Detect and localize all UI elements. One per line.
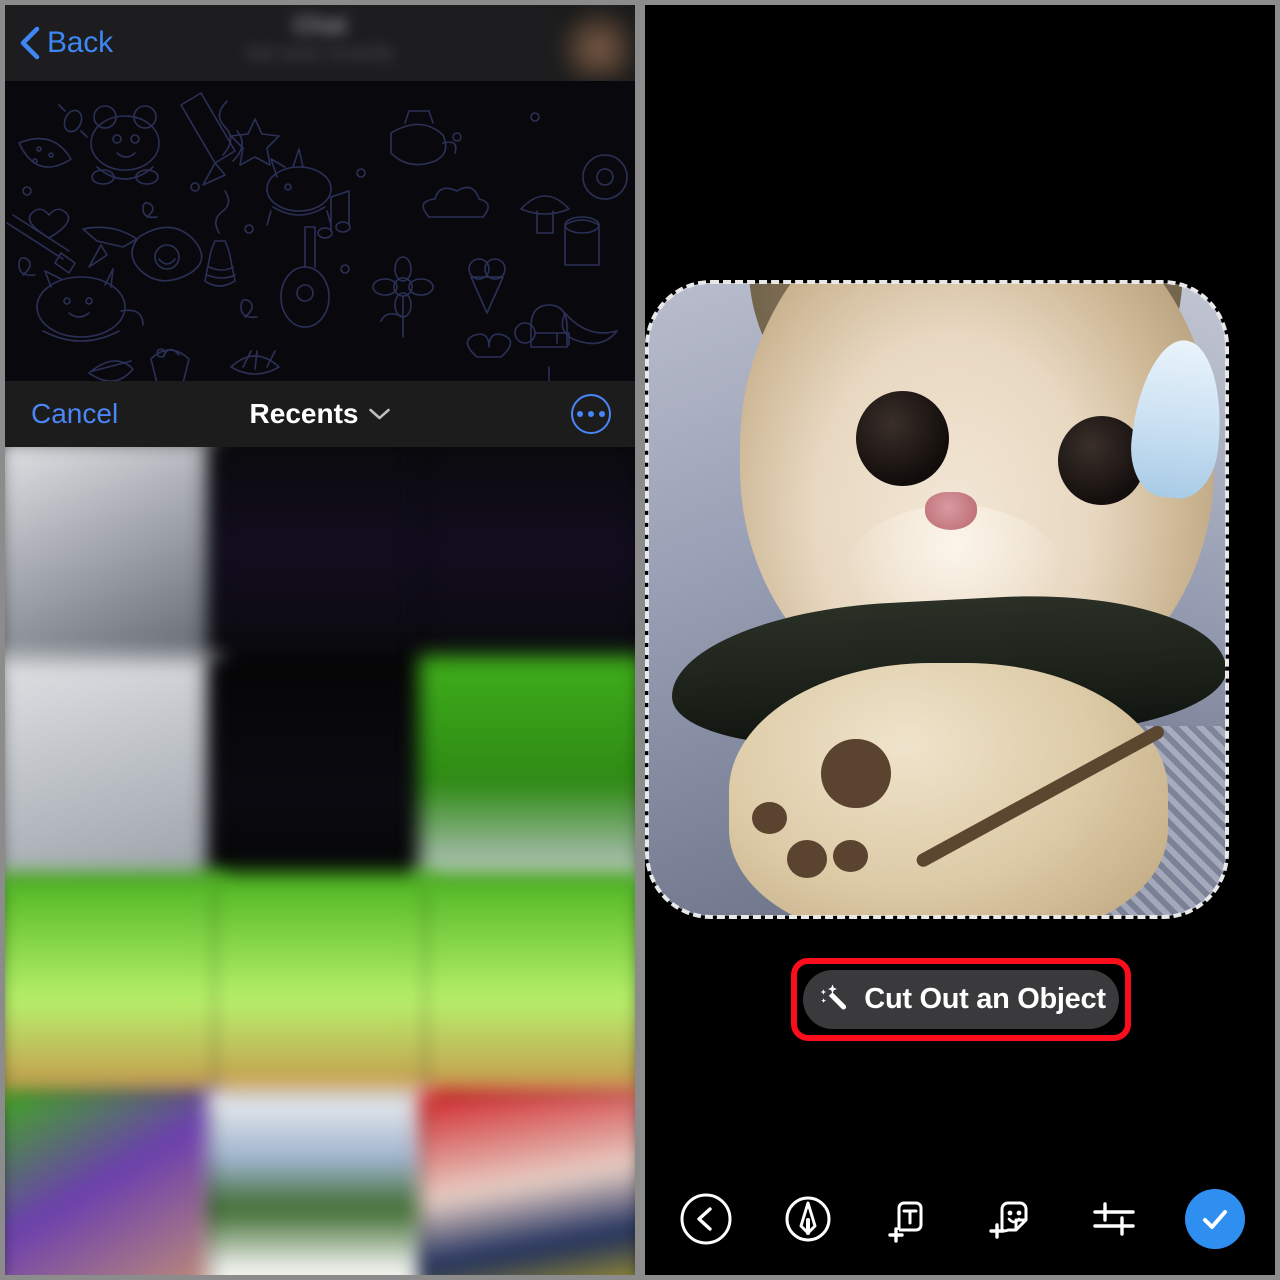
thumb-green-screen-1[interactable]: [418, 655, 635, 887]
meme-strap: [916, 726, 1165, 868]
left-panel-telegram-chat: Back Chat last seen recently Cancel Rece…: [5, 5, 635, 1275]
chat-title: Chat: [293, 12, 347, 39]
screenshot-stage: Back Chat last seen recently Cancel Rece…: [0, 0, 1280, 1280]
cancel-button[interactable]: Cancel: [31, 398, 118, 430]
thumb-dark-game-ui-2[interactable]: [418, 447, 635, 670]
more-options-button[interactable]: [571, 394, 611, 434]
chat-subtitle: last seen recently: [246, 43, 394, 64]
chat-navbar: Back Chat last seen recently: [5, 5, 635, 81]
chat-wallpaper-doodles: [5, 81, 635, 381]
back-button[interactable]: Back: [19, 26, 113, 60]
thumb-green-face-2[interactable]: [207, 872, 433, 1104]
meme-eye-left: [856, 390, 949, 486]
sticker-canvas[interactable]: [645, 280, 1229, 919]
thumb-dark-game-ui-3[interactable]: [207, 655, 433, 887]
toolbar-back-button[interactable]: [675, 1188, 737, 1250]
thumb-dark-game-ui-1[interactable]: [207, 447, 433, 670]
more-dot: [599, 411, 605, 417]
thumb-green-purple[interactable]: [5, 1089, 222, 1275]
thumb-keyboard-desk[interactable]: [5, 447, 222, 670]
draw-pen-icon: [785, 1196, 831, 1242]
cut-out-button-label: Cut Out an Object: [864, 983, 1106, 1015]
back-chevron-icon: [20, 26, 40, 60]
toolbar-done-button[interactable]: [1185, 1189, 1245, 1249]
back-button-label: Back: [47, 26, 113, 59]
album-label: Recents: [249, 398, 359, 429]
more-dot: [588, 411, 594, 417]
add-text-icon: [888, 1201, 923, 1243]
meme-spot: [752, 802, 787, 834]
add-sticker-icon: [989, 1201, 1028, 1239]
toolbar-add-text-button[interactable]: [879, 1188, 941, 1250]
doodle-pattern-icon: [6, 92, 628, 381]
chevron-down-icon: [369, 408, 390, 420]
toolbar-draw-button[interactable]: [777, 1188, 839, 1250]
meme-spot: [786, 840, 828, 878]
meme-spot: [832, 840, 868, 872]
album-selector[interactable]: Recents: [250, 398, 391, 430]
meme-spot: [821, 738, 891, 809]
thumb-keyboard-desk-2[interactable]: [5, 655, 222, 887]
toolbar-add-sticker-button[interactable]: [981, 1188, 1043, 1250]
photo-grid[interactable]: [5, 447, 635, 1275]
cut-out-an-object-button[interactable]: Cut Out an Object: [803, 970, 1119, 1029]
hamster-meme-cutout-sticker[interactable]: [648, 283, 1226, 916]
adjustments-icon: [1093, 1202, 1135, 1236]
right-panel-sticker-editor: Cut Out an Object: [645, 5, 1275, 1275]
toolbar-adjustments-button[interactable]: [1083, 1188, 1145, 1250]
meme-image: [648, 283, 1226, 916]
thumb-green-face-1[interactable]: [5, 872, 222, 1104]
avatar[interactable]: [561, 7, 633, 79]
editor-toolbar: [645, 1169, 1275, 1269]
back-circle-icon: [680, 1193, 732, 1245]
meme-nose: [925, 491, 978, 530]
thumb-red-poster[interactable]: [418, 1089, 635, 1275]
magic-wand-icon: [820, 984, 847, 1009]
photo-picker-bar: Cancel Recents: [5, 381, 635, 447]
thumb-green-face-3[interactable]: [418, 872, 635, 1104]
chat-title-block[interactable]: Chat last seen recently: [205, 11, 435, 67]
more-dot: [577, 411, 583, 417]
done-check-icon: [1203, 1210, 1227, 1229]
thumb-document-photo[interactable]: [207, 1089, 433, 1275]
